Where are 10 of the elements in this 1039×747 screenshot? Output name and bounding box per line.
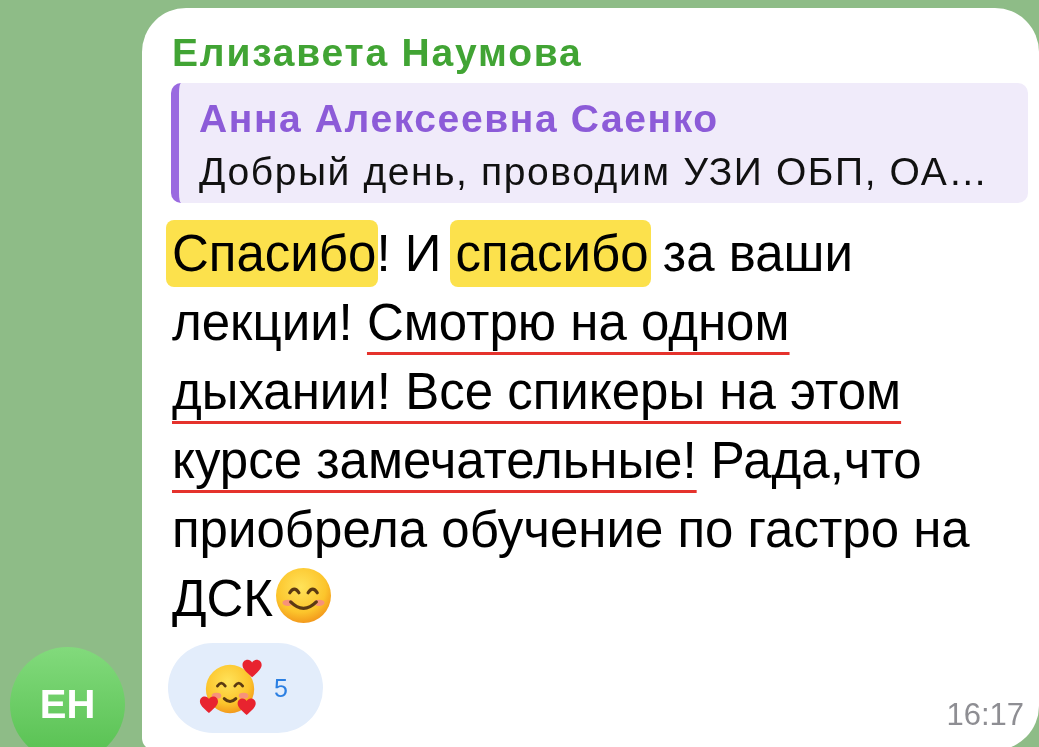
reply-quote[interactable]: Анна Алексеевна Саенко Добрый день, проводим УЗИ ОБП, ОА… — [171, 83, 1028, 203]
face-with-hearts-icon — [199, 659, 263, 717]
message-time: 16:17 — [946, 697, 1024, 733]
sender-name[interactable]: Елизавета Наумова — [172, 31, 1024, 75]
reply-text: Добрый день, проводим УЗИ ОБП, ОА… — [199, 149, 989, 195]
smiling-face-icon — [276, 568, 332, 623]
reply-author: Анна Алексеевна Саенко — [199, 96, 719, 142]
avatar[interactable]: ЕН — [10, 647, 125, 747]
message-text: Спасибо! И спасибо за ваши лекции! Смотрю на одном дыхании! Все спикеры на этом курсе замечательные! Рада,что приобрела обучение по гастро на ДСК — [166, 219, 992, 633]
reaction-button[interactable]: 5 — [168, 643, 323, 733]
